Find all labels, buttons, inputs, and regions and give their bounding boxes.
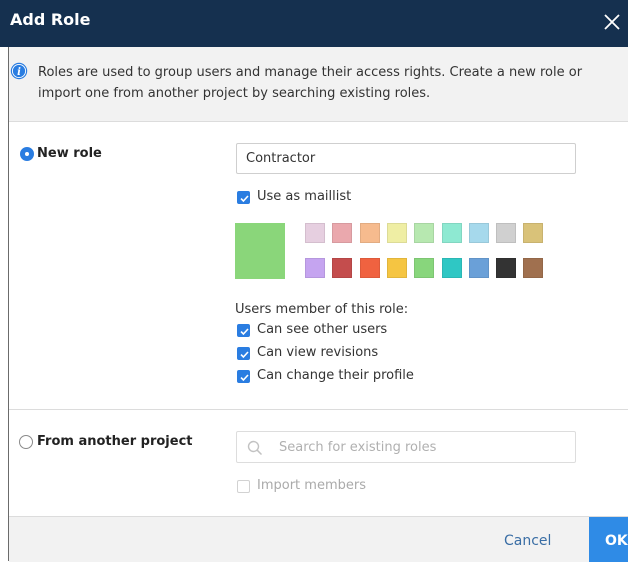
close-button[interactable] — [596, 6, 628, 38]
selected-color-swatch — [235, 223, 285, 279]
other-project-radio[interactable] — [19, 435, 33, 449]
color-swatch[interactable] — [496, 223, 517, 243]
close-icon — [604, 14, 620, 30]
color-swatch[interactable] — [386, 258, 407, 278]
color-swatch[interactable] — [332, 223, 353, 243]
perm-change-profile-checkbox[interactable] — [237, 370, 250, 383]
color-swatch[interactable] — [441, 223, 462, 243]
dialog-titlebar: Add Role — [0, 0, 628, 47]
info-text: Roles are used to group users and manage… — [38, 65, 583, 101]
color-swatch[interactable] — [305, 223, 325, 243]
import-members-label[interactable]: Import members — [257, 478, 366, 493]
color-swatch[interactable] — [468, 223, 489, 243]
color-swatch[interactable] — [523, 258, 544, 278]
perm-change-profile-label[interactable]: Can change their profile — [257, 368, 414, 383]
svg-text:i: i — [17, 67, 21, 78]
color-swatch[interactable] — [414, 258, 435, 278]
color-swatch[interactable] — [386, 223, 407, 243]
perm-view-revisions-label[interactable]: Can view revisions — [257, 345, 378, 360]
color-swatch[interactable] — [332, 258, 353, 278]
color-swatch[interactable] — [414, 223, 435, 243]
color-swatch[interactable] — [523, 223, 544, 243]
perm-see-users-checkbox[interactable] — [237, 324, 250, 337]
cancel-button[interactable]: Cancel — [504, 533, 551, 549]
info-banner: i Roles are used to group users and mana… — [9, 47, 628, 122]
dialog-title: Add Role — [10, 10, 91, 29]
other-project-section: From another project Search for existing… — [9, 410, 628, 516]
new-role-label[interactable]: New role — [37, 146, 102, 161]
members-title: Users member of this role: — [235, 302, 409, 317]
info-icon: i — [10, 62, 28, 80]
import-members-checkbox[interactable] — [237, 480, 250, 493]
color-swatch[interactable] — [359, 258, 380, 278]
maillist-label[interactable]: Use as maillist — [257, 189, 351, 204]
color-swatch[interactable] — [496, 258, 517, 278]
color-swatch[interactable] — [359, 223, 380, 243]
add-role-dialog: Add Role i Roles are used to group users… — [0, 0, 628, 562]
role-name-input[interactable] — [236, 143, 576, 174]
perm-view-revisions-checkbox[interactable] — [237, 347, 250, 360]
dialog-footer: Cancel OK — [9, 516, 628, 562]
color-swatch[interactable] — [468, 258, 489, 278]
new-role-radio[interactable] — [20, 147, 34, 161]
ok-button[interactable]: OK — [589, 517, 628, 562]
perm-see-users-label[interactable]: Can see other users — [257, 322, 387, 337]
search-placeholder: Search for existing roles — [279, 440, 437, 455]
search-icon — [247, 440, 263, 456]
search-roles-input[interactable]: Search for existing roles — [236, 431, 576, 463]
color-swatch[interactable] — [305, 258, 325, 278]
maillist-checkbox[interactable] — [237, 191, 250, 204]
other-project-label[interactable]: From another project — [37, 434, 193, 449]
color-swatch[interactable] — [441, 258, 462, 278]
new-role-section: New role Use as maillist Users member of… — [9, 122, 628, 409]
